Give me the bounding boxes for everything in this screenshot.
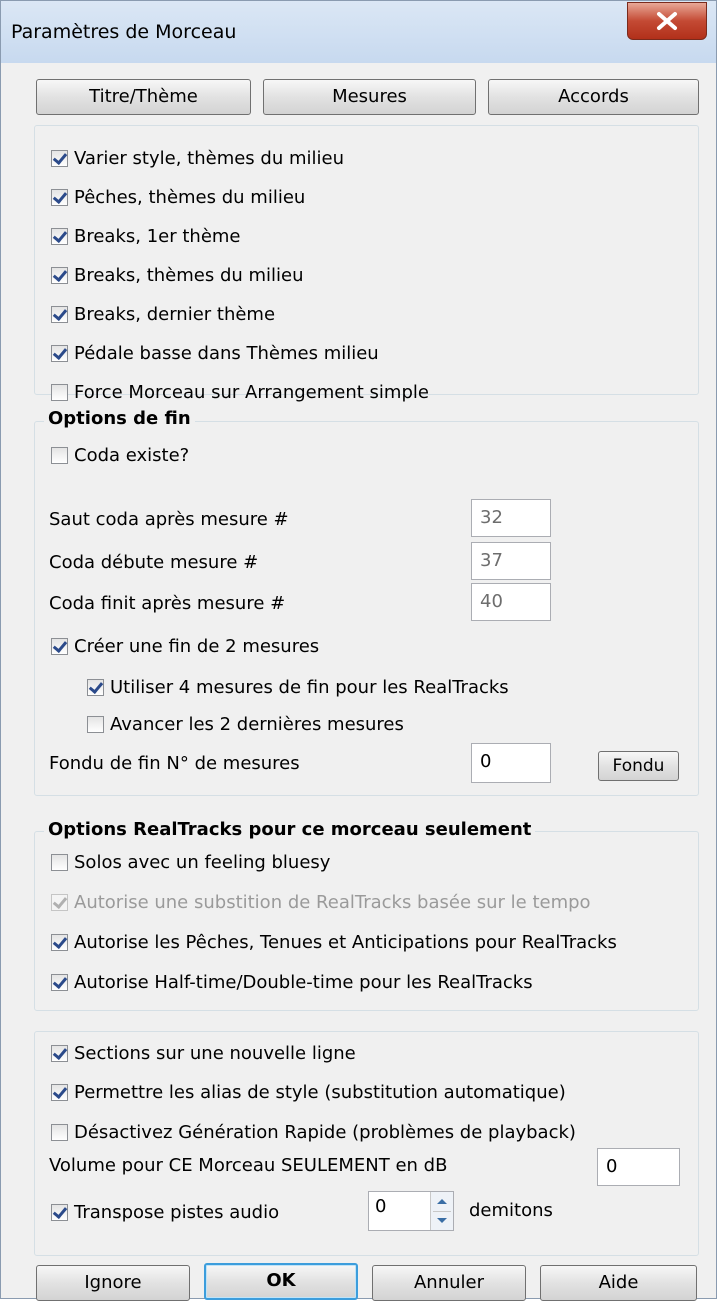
checkbox[interactable] bbox=[51, 227, 68, 245]
song-settings-dialog: Paramètres de Morceau Titre/Thème Mesure… bbox=[0, 0, 717, 1301]
checkbox[interactable] bbox=[51, 305, 68, 323]
checkbox[interactable] bbox=[51, 637, 68, 655]
checkbox[interactable] bbox=[51, 933, 68, 951]
option-tempo-substitution: Autorise une substition de RealTracks ba… bbox=[51, 891, 591, 913]
coda-end-label: Coda finit après mesure # bbox=[49, 593, 286, 614]
option-breaks-last[interactable]: Breaks, dernier thème bbox=[51, 303, 275, 325]
option-transpose-audio[interactable]: Transpose pistes audio bbox=[51, 1201, 279, 1223]
window-title: Paramètres de Morceau bbox=[11, 21, 237, 43]
option-disable-fast-generation[interactable]: Désactivez Génération Rapide (problèmes … bbox=[51, 1121, 576, 1143]
help-button[interactable]: Aide bbox=[540, 1265, 697, 1301]
transpose-unit-label: demitons bbox=[469, 1200, 553, 1221]
checkbox[interactable] bbox=[51, 383, 68, 401]
option-pushes-holds-anticipations[interactable]: Autorise les Pêches, Tenues et Anticipat… bbox=[51, 931, 617, 953]
close-icon bbox=[657, 12, 677, 30]
ending-options-title: Options de fin bbox=[44, 408, 195, 429]
checkbox[interactable] bbox=[51, 149, 68, 167]
checkbox[interactable] bbox=[51, 344, 68, 362]
checkbox[interactable] bbox=[51, 446, 68, 464]
ignore-button[interactable]: Ignore bbox=[36, 1265, 190, 1301]
checkbox[interactable] bbox=[51, 973, 68, 991]
close-button[interactable] bbox=[627, 2, 707, 40]
arrow-down-icon[interactable] bbox=[437, 1218, 447, 1223]
option-bluesy-solos[interactable]: Solos avec un feeling bluesy bbox=[51, 851, 330, 873]
option-two-bar-ending[interactable]: Créer une fin de 2 mesures bbox=[51, 635, 319, 657]
coda-end-field[interactable]: 40 bbox=[471, 583, 551, 621]
checkbox[interactable] bbox=[51, 266, 68, 284]
fade-bars-field[interactable]: 0 bbox=[471, 743, 551, 783]
bars-button[interactable]: Mesures bbox=[263, 79, 476, 115]
option-pushes-middle[interactable]: Pêches, thèmes du milieu bbox=[51, 186, 305, 208]
chords-button[interactable]: Accords bbox=[488, 79, 699, 115]
ok-button[interactable]: OK bbox=[204, 1263, 358, 1300]
option-pedal-bass[interactable]: Pédale basse dans Thèmes milieu bbox=[51, 342, 379, 364]
option-push-last-bars[interactable]: Avancer les 2 dernières mesures bbox=[87, 713, 404, 735]
option-style-alias[interactable]: Permettre les alias de style (substituti… bbox=[51, 1081, 566, 1103]
checkbox[interactable] bbox=[51, 853, 68, 871]
checkbox bbox=[51, 893, 68, 911]
coda-start-label: Coda débute mesure # bbox=[49, 552, 259, 573]
coda-jump-label: Saut coda après mesure # bbox=[49, 509, 289, 530]
option-vary-style[interactable]: Varier style, thèmes du milieu bbox=[51, 147, 344, 169]
transpose-value: 0 bbox=[375, 1196, 387, 1217]
checkbox[interactable] bbox=[51, 1044, 68, 1062]
volume-field[interactable]: 0 bbox=[597, 1148, 680, 1186]
volume-label: Volume pour CE Morceau SEULEMENT en dB bbox=[49, 1155, 448, 1176]
checkbox[interactable] bbox=[87, 715, 104, 733]
arrow-up-icon[interactable] bbox=[437, 1199, 447, 1204]
fade-button[interactable]: Fondu bbox=[598, 751, 679, 781]
realtracks-options-title: Options RealTracks pour ce morceau seule… bbox=[44, 819, 536, 840]
coda-jump-field[interactable]: 32 bbox=[471, 499, 551, 537]
option-half-double-time[interactable]: Autorise Half-time/Double-time pour les … bbox=[51, 971, 533, 993]
title-bar: Paramètres de Morceau bbox=[1, 1, 716, 63]
option-breaks-first[interactable]: Breaks, 1er thème bbox=[51, 225, 241, 247]
checkbox[interactable] bbox=[87, 678, 104, 696]
fade-bars-label: Fondu de fin N° de mesures bbox=[49, 753, 300, 774]
option-coda-exists[interactable]: Coda existe? bbox=[51, 444, 189, 466]
transpose-stepper[interactable]: 0 bbox=[368, 1191, 454, 1231]
option-breaks-middle[interactable]: Breaks, thèmes du milieu bbox=[51, 264, 304, 286]
option-sections-new-line[interactable]: Sections sur une nouvelle ligne bbox=[51, 1042, 356, 1064]
checkbox[interactable] bbox=[51, 188, 68, 206]
coda-start-field[interactable]: 37 bbox=[471, 542, 551, 580]
cancel-button[interactable]: Annuler bbox=[372, 1265, 526, 1301]
title-theme-button[interactable]: Titre/Thème bbox=[36, 79, 251, 115]
stepper-arrows[interactable] bbox=[430, 1192, 453, 1230]
option-four-bar-realtracks[interactable]: Utiliser 4 mesures de fin pour les RealT… bbox=[87, 676, 509, 698]
checkbox[interactable] bbox=[51, 1203, 68, 1221]
option-force-simple-arrangement[interactable]: Force Morceau sur Arrangement simple bbox=[51, 381, 429, 403]
checkbox[interactable] bbox=[51, 1083, 68, 1101]
checkbox[interactable] bbox=[51, 1123, 68, 1141]
